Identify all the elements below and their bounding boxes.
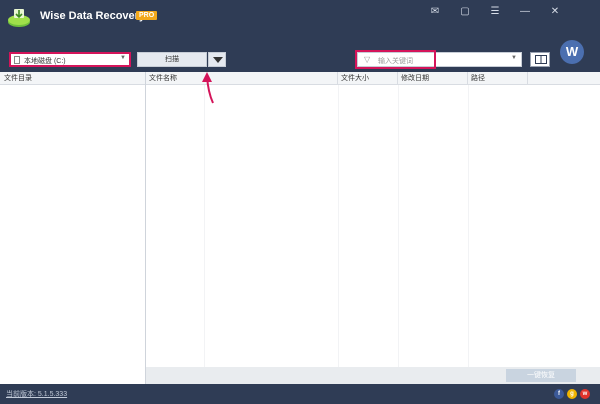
search-highlight-box — [355, 50, 436, 69]
column-header-name[interactable]: 文件名称 — [146, 72, 338, 85]
drive-select[interactable]: 本地磁盘 (C:) ▼ — [9, 52, 131, 67]
logo-icon — [8, 9, 30, 27]
column-divider — [398, 85, 399, 367]
column-divider — [338, 85, 339, 367]
scan-options-button[interactable] — [208, 52, 226, 67]
search-dropdown-icon[interactable]: ▼ — [511, 55, 517, 61]
feedback-icon[interactable]: ✉ — [428, 6, 442, 18]
status-bar: 当前版本: 5.1.5.333 f g w — [0, 384, 600, 404]
recover-button[interactable]: 一键恢复 — [506, 369, 576, 382]
app-title: Wise Data Recovery — [40, 10, 146, 22]
column-header-size[interactable]: 文件大小 — [338, 72, 398, 85]
layout-toggle-icon — [535, 55, 547, 64]
directory-header: 文件目录 — [0, 72, 145, 85]
dropdown-arrow-icon: ▼ — [120, 55, 126, 61]
app-window: Wise Data Recovery PRO ✉ ▢ ☰ — ✕ 本地磁盘 (C… — [0, 0, 600, 404]
drive-select-value: 本地磁盘 (C:) — [24, 58, 66, 65]
close-icon[interactable]: ✕ — [548, 6, 562, 18]
file-list-pane: 文件名称 文件大小 修改日期 路径 — [146, 72, 600, 367]
action-bar: 一键恢复 — [146, 367, 600, 384]
directory-tree-pane: 文件目录 — [0, 72, 146, 384]
weibo-icon[interactable]: w — [580, 389, 590, 399]
column-header-path[interactable]: 路径 — [468, 72, 528, 85]
chevron-down-icon — [213, 57, 223, 63]
column-divider — [204, 85, 205, 367]
toolbar: 本地磁盘 (C:) ▼ 扫描 ▽ 输入关键词 ▼ — [0, 36, 600, 72]
scan-button[interactable]: 扫描 — [137, 52, 207, 67]
minimize-icon[interactable]: — — [518, 6, 532, 18]
avatar[interactable]: W — [560, 40, 584, 64]
pro-badge: PRO — [136, 11, 158, 20]
column-divider — [468, 85, 469, 367]
column-header-filler — [528, 72, 600, 85]
facebook-icon[interactable]: f — [554, 389, 564, 399]
google-icon[interactable]: g — [567, 389, 577, 399]
menu-icon[interactable]: ☰ — [488, 6, 502, 18]
title-bar: Wise Data Recovery PRO ✉ ▢ ☰ — ✕ — [0, 0, 600, 36]
skin-icon[interactable]: ▢ — [458, 6, 472, 18]
disk-icon — [14, 56, 20, 64]
version-link[interactable]: 当前版本: 5.1.5.333 — [6, 389, 67, 399]
column-header-date[interactable]: 修改日期 — [398, 72, 468, 85]
layout-toggle-button[interactable] — [530, 52, 550, 67]
